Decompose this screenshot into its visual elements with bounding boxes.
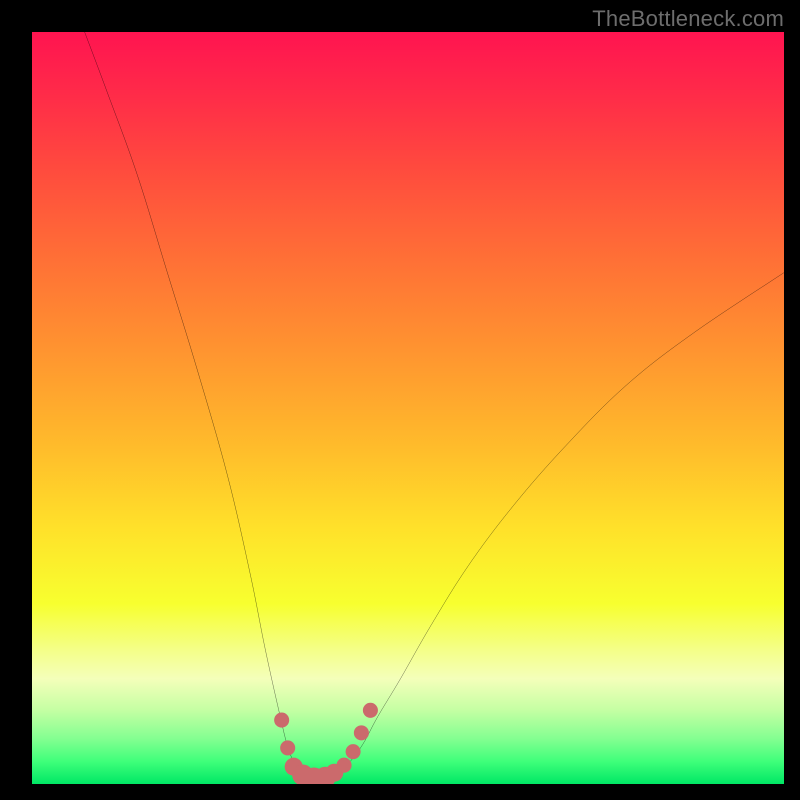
marker-group — [274, 703, 378, 784]
curve-marker — [337, 758, 352, 773]
curve-marker — [280, 740, 295, 755]
watermark-text: TheBottleneck.com — [592, 6, 784, 32]
curve-marker — [363, 703, 378, 718]
plot-area — [32, 32, 784, 784]
bottleneck-curve — [85, 32, 784, 780]
curve-layer — [32, 32, 784, 784]
chart-stage: TheBottleneck.com — [0, 0, 800, 800]
curve-marker — [274, 713, 289, 728]
curve-marker — [354, 725, 369, 740]
curve-marker — [346, 744, 361, 759]
